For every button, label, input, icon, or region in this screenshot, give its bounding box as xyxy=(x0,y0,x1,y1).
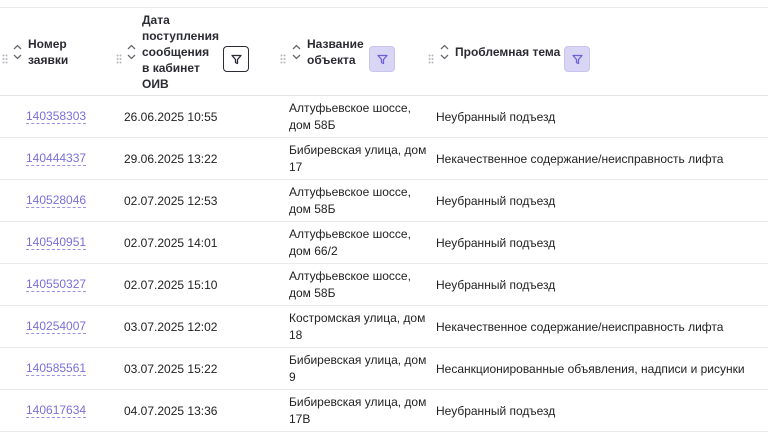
date-cell: 26.06.2025 10:55 xyxy=(124,109,218,124)
sort-icon[interactable] xyxy=(12,44,22,60)
date-cell: 29.06.2025 13:22 xyxy=(124,151,218,166)
topic-cell: Несанкционированные объявления, надписи … xyxy=(436,361,745,376)
requests-table: Номер заявки Дата поступления сообщения … xyxy=(0,0,768,432)
topic-cell: Неубранный подъезд xyxy=(436,277,556,292)
topic-cell: Неубранный подъезд xyxy=(436,193,556,208)
topic-cell: Некачественное содержание/неисправность … xyxy=(436,319,724,334)
request-number-link[interactable]: 140444337 xyxy=(26,151,87,166)
sort-icon[interactable] xyxy=(126,44,136,60)
object-cell: Алтуфьевское шоссе, дом 58Б xyxy=(289,100,411,132)
date-cell: 02.07.2025 15:10 xyxy=(124,277,218,292)
filter-button-object[interactable] xyxy=(369,46,395,72)
filter-button-date[interactable] xyxy=(223,46,249,72)
object-cell: Бибиревская улица, дом 17 xyxy=(289,142,427,174)
filter-button-topic[interactable] xyxy=(564,46,590,72)
table-row[interactable]: 140444337 29.06.2025 13:22 Бибиревская у… xyxy=(0,138,768,180)
filter-icon xyxy=(571,54,583,64)
table-row[interactable]: 140550327 02.07.2025 15:10 Алтуфьевское … xyxy=(0,264,768,306)
column-title-date: Дата поступления сообщения в кабинет ОИВ xyxy=(142,12,219,91)
object-cell: Бибиревская улица, дом 9 xyxy=(289,352,427,384)
request-number-link[interactable]: 140540951 xyxy=(26,235,87,250)
object-cell: Алтуфьевское шоссе, дом 58Б xyxy=(289,184,411,216)
topic-cell: Неубранный подъезд xyxy=(436,235,556,250)
drag-handle-icon[interactable] xyxy=(428,54,436,64)
table-row[interactable]: 140254007 03.07.2025 12:02 Костромская у… xyxy=(0,306,768,348)
sort-icon[interactable] xyxy=(439,44,449,60)
table-header: Номер заявки Дата поступления сообщения … xyxy=(0,8,768,96)
request-number-link[interactable]: 140550327 xyxy=(26,277,87,292)
object-cell: Алтуфьевское шоссе, дом 66/2 xyxy=(289,226,411,258)
table-row[interactable]: 140540951 02.07.2025 14:01 Алтуфьевское … xyxy=(0,222,768,264)
drag-handle-icon[interactable] xyxy=(116,54,124,64)
column-title-number: Номер заявки xyxy=(28,36,69,67)
sort-icon[interactable] xyxy=(291,44,301,60)
date-cell: 04.07.2025 13:36 xyxy=(124,403,218,418)
object-cell: Бибиревская улица, дом 17В xyxy=(289,394,427,426)
drag-handle-icon[interactable] xyxy=(280,54,288,64)
request-number-link[interactable]: 140617634 xyxy=(26,403,87,418)
table-row[interactable]: 140585561 03.07.2025 15:22 Бибиревская у… xyxy=(0,348,768,390)
date-cell: 02.07.2025 14:01 xyxy=(124,235,218,250)
date-cell: 02.07.2025 12:53 xyxy=(124,193,218,208)
column-title-topic: Проблемная тема xyxy=(455,44,561,59)
object-cell: Костромская улица, дом 18 xyxy=(289,310,426,342)
topic-cell: Неубранный подъезд xyxy=(436,403,556,418)
date-cell: 03.07.2025 12:02 xyxy=(124,319,218,334)
topic-cell: Неубранный подъезд xyxy=(436,109,556,124)
table-row[interactable]: 140358303 26.06.2025 10:55 Алтуфьевское … xyxy=(0,96,768,138)
column-header-object[interactable]: Название объекта xyxy=(291,8,365,95)
table-top-border xyxy=(0,0,768,8)
request-number-link[interactable]: 140254007 xyxy=(26,319,87,334)
date-cell: 03.07.2025 15:22 xyxy=(124,361,218,376)
column-header-number[interactable]: Номер заявки xyxy=(12,8,80,95)
topic-cell: Некачественное содержание/неисправность … xyxy=(436,151,724,166)
table-row[interactable]: 140528046 02.07.2025 12:53 Алтуфьевское … xyxy=(0,180,768,222)
request-number-link[interactable]: 140358303 xyxy=(26,109,87,124)
filter-icon xyxy=(376,54,388,64)
column-title-object: Название объекта xyxy=(307,36,364,67)
drag-handle-icon[interactable] xyxy=(2,54,10,64)
column-header-topic[interactable]: Проблемная тема xyxy=(439,8,560,95)
request-number-link[interactable]: 140585561 xyxy=(26,361,87,376)
request-number-link[interactable]: 140528046 xyxy=(26,193,87,208)
filter-icon xyxy=(230,54,242,64)
column-header-date[interactable]: Дата поступления сообщения в кабинет ОИВ xyxy=(126,8,219,95)
object-cell: Алтуфьевское шоссе, дом 58Б xyxy=(289,268,411,300)
table-row[interactable]: 140617634 04.07.2025 13:36 Бибиревская у… xyxy=(0,390,768,432)
